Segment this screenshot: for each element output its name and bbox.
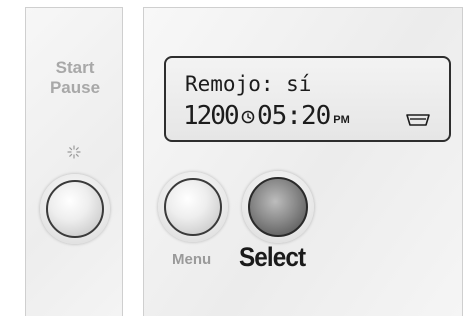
appliance-control-panel: Start Pause Remojo: sí 1200 05:20 PM Men… xyxy=(0,0,471,316)
start-pause-label: Start Pause xyxy=(26,58,124,98)
select-label: Select xyxy=(239,242,306,272)
lcd-status-line: Remojo: sí xyxy=(185,72,312,96)
start-label: Start xyxy=(55,58,95,77)
menu-label: Menu xyxy=(172,251,212,268)
led-indicator-icon xyxy=(67,145,81,159)
menu-button[interactable] xyxy=(164,178,222,236)
start-pause-panel: Start Pause xyxy=(25,7,123,316)
time-readout: 05:20 xyxy=(257,101,331,131)
lcd-info-line: 1200 05:20 PM xyxy=(183,101,350,129)
drum-icon xyxy=(406,114,430,126)
pause-label: Pause xyxy=(49,78,101,97)
lcd-display: Remojo: sí 1200 05:20 PM xyxy=(164,56,451,142)
ampm-indicator: PM xyxy=(333,114,350,126)
spin-speed-readout: 1200 xyxy=(183,101,240,131)
select-button[interactable] xyxy=(248,177,308,237)
display-panel: Remojo: sí 1200 05:20 PM Menu Select xyxy=(143,7,463,316)
clock-icon xyxy=(241,110,255,124)
start-pause-button[interactable] xyxy=(46,180,104,238)
